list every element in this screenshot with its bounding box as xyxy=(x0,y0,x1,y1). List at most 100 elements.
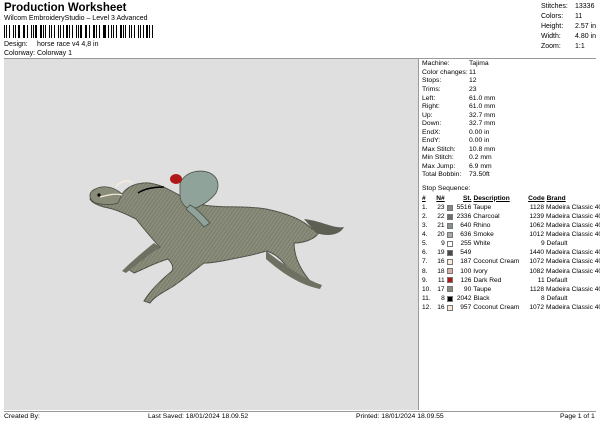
stitch-count: 126 xyxy=(460,276,472,284)
machine-row: EndX: 0.00 in xyxy=(422,128,597,137)
stop-number: 4. xyxy=(422,231,428,239)
barcode-bar xyxy=(119,25,122,38)
stat-row: Width: 4.80 in xyxy=(541,32,598,42)
page-number: Page 1 of 1 xyxy=(560,413,595,420)
barcode-bar xyxy=(42,25,44,38)
barcode-bar xyxy=(39,25,42,38)
thread-code: 1082 xyxy=(529,267,545,275)
col-header-st: St. xyxy=(463,194,472,202)
printed-date: Printed: 18/01/2024 18.09.55 xyxy=(356,413,444,420)
thread-code: 1440 xyxy=(529,249,545,257)
stop-sequence-row: 9. 11 126 Dark Red 11 Default xyxy=(422,276,598,285)
color-swatch xyxy=(446,259,453,266)
barcode-bar xyxy=(122,25,124,38)
horse xyxy=(89,180,344,304)
machine-label: Max Stitch: xyxy=(422,145,456,153)
color-description: Smoke xyxy=(473,231,494,239)
stop-sequence-row: 7. 16 187 Coconut Cream 1072 Madeira Classic … xyxy=(422,258,600,267)
color-swatch xyxy=(446,286,453,293)
stitch-count: 636 xyxy=(460,231,472,239)
stat-value: 13336 xyxy=(575,2,595,10)
color-swatch xyxy=(446,277,453,284)
barcode-bar xyxy=(111,25,112,38)
col-header-n: N# xyxy=(436,194,445,202)
thread-code: 1012 xyxy=(529,231,545,239)
machine-info: Machine: Tajima Color changes: 11 Stops: 12… xyxy=(422,60,597,180)
stat-value: 1:1 xyxy=(575,42,585,50)
barcode-bar xyxy=(57,25,59,38)
machine-row: Max Jump: 6.9 mm xyxy=(422,163,597,172)
stitch-count: 2336 xyxy=(456,212,472,220)
stop-sequence-table: # N# St. Description Code Brand 1. 23 5516… xyxy=(422,194,600,312)
barcode-bar xyxy=(77,25,79,38)
machine-row: Color changes: 11 xyxy=(422,69,597,78)
machine-label: EndX: xyxy=(422,128,441,136)
barcode-bar xyxy=(116,25,117,38)
stop-sequence-row: 8. 18 100 Ivory 1082 Madeira Classic 40 xyxy=(422,267,600,276)
stitch-count: 640 xyxy=(460,222,472,230)
col-header-num: # xyxy=(422,194,426,202)
color-swatch xyxy=(446,213,453,220)
software-name: Wilcom EmbroideryStudio – Level 3 Advanc… xyxy=(4,15,148,22)
barcode-bar xyxy=(35,25,37,38)
machine-label: EndY: xyxy=(422,137,441,145)
horse-race-embroidery-image xyxy=(89,170,344,304)
color-description: Ivory xyxy=(473,267,488,275)
machine-value: 23 xyxy=(469,86,477,93)
barcode-bar xyxy=(131,25,133,38)
barcode-bar xyxy=(8,25,10,38)
barcode-bar xyxy=(59,25,61,38)
stat-row: Colors: 11 xyxy=(541,12,598,22)
thread-brand: Madeira Classic 40 xyxy=(546,212,600,220)
thread-brand: Madeira Classic 40 xyxy=(546,249,600,257)
barcode-bar xyxy=(125,25,127,38)
needle-number: 17 xyxy=(437,285,445,293)
barcode-bar xyxy=(149,25,150,38)
barcode-bar xyxy=(6,25,7,38)
stat-value: 4.80 in xyxy=(575,32,597,40)
stop-number: 6. xyxy=(422,249,428,257)
color-description: Rhino xyxy=(473,222,491,230)
thread-code: 1128 xyxy=(529,285,545,293)
machine-row: Down: 32.7 mm xyxy=(422,120,597,129)
barcode-bar xyxy=(17,25,20,38)
machine-label: Max Jump: xyxy=(422,162,456,170)
stop-number: 12. xyxy=(422,303,432,311)
stitch-count: 549 xyxy=(460,249,472,257)
needle-number: 20 xyxy=(437,231,445,239)
machine-value: 0.00 in xyxy=(469,128,490,136)
machine-row: Max Stitch: 10.8 mm xyxy=(422,145,597,154)
barcode-bar xyxy=(76,25,77,38)
stat-row: Zoom: 1:1 xyxy=(541,42,598,52)
machine-value: 32.7 mm xyxy=(469,120,496,128)
thread-code: 9 xyxy=(540,240,545,248)
color-swatch xyxy=(446,204,453,211)
thread-brand: Madeira Classic 40 xyxy=(546,303,600,311)
barcode-bar xyxy=(138,25,139,38)
barcode-bar xyxy=(14,25,16,38)
stop-sequence-row: 1. 23 5516 Taupe 1128 Madeira Classic 40 xyxy=(422,203,600,212)
machine-row: EndY: 0.00 in xyxy=(422,137,597,146)
machine-value: 61.0 mm xyxy=(469,103,496,111)
stop-number: 9. xyxy=(422,276,428,284)
stat-label: Zoom: xyxy=(541,42,561,50)
color-description: Dark Red xyxy=(473,276,502,284)
color-swatch xyxy=(446,231,453,238)
stat-label: Colors: xyxy=(541,12,564,20)
thread-brand: Default xyxy=(546,294,568,302)
design-label: Design: xyxy=(4,41,28,48)
barcode-bar xyxy=(95,25,97,38)
color-swatch xyxy=(446,295,453,302)
barcode-bar xyxy=(31,25,32,38)
barcode-bar xyxy=(102,25,104,38)
barcode-bar xyxy=(53,25,55,38)
needle-number: 11 xyxy=(437,276,445,284)
stitch-count: 187 xyxy=(460,258,472,266)
barcode-bar xyxy=(104,25,106,38)
machine-value: 0.00 in xyxy=(469,137,490,145)
barcode-bar xyxy=(134,25,136,38)
barcode-bar xyxy=(22,25,24,38)
design-value: horse race v4 4,8 in xyxy=(37,41,99,48)
thread-code: 11 xyxy=(537,276,545,284)
machine-value: 0.2 mm xyxy=(469,154,492,162)
